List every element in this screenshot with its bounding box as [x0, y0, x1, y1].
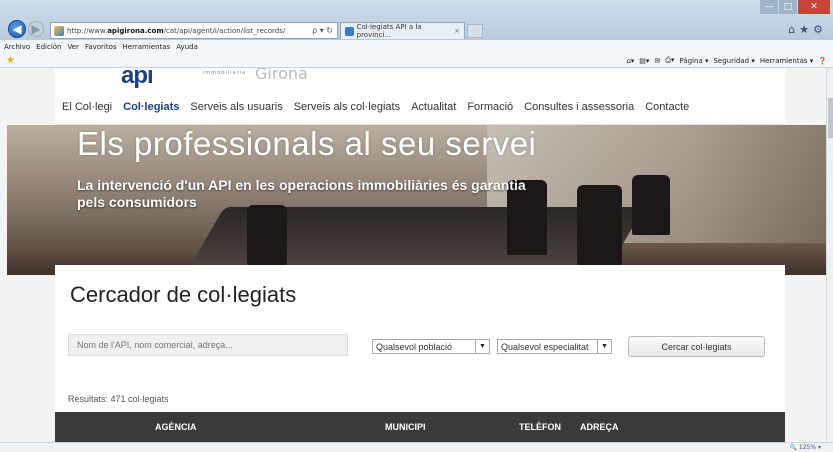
menu-herramientas[interactable]: Herramientas [123, 43, 171, 51]
menu-bar: Archivo Edición Ver Favoritos Herramient… [0, 40, 833, 54]
search-refresh-icon[interactable]: ρ ▾ ↻ [312, 26, 337, 35]
mail-icon[interactable]: ✉ [654, 57, 660, 65]
hero-subtitle: La intervenció d'un API en les operacion… [77, 177, 526, 210]
url-host: apigirona.com [107, 26, 164, 35]
home-favorites-settings-icons[interactable]: ⌂★⚙ [788, 23, 827, 36]
print-icon[interactable]: ⎙▾ [665, 56, 674, 65]
command-bar: ⌂▾ ▤▾ ✉ ⎙▾ Página ▾ Seguridad ▾ Herramie… [626, 56, 827, 65]
logo-subtitle: immobiliaria [203, 70, 247, 76]
poblacio-select[interactable]: Qualsevol població ▼ [372, 339, 490, 354]
search-input[interactable] [68, 334, 348, 356]
nav-el-collegi[interactable]: El Col·legi [62, 101, 112, 113]
column-adreca[interactable]: ADREÇA [580, 422, 619, 432]
search-button[interactable]: Cercar col·legiats [628, 336, 765, 357]
close-window-icon[interactable]: ✕ [798, 0, 830, 14]
maximize-icon[interactable]: □ [779, 0, 797, 14]
menu-archivo[interactable]: Archivo [4, 43, 30, 51]
site-header: api immobiliaria Girona [55, 68, 785, 90]
tab-favicon-icon [345, 26, 354, 36]
menu-favoritos[interactable]: Favoritos [85, 43, 117, 51]
tab-title: Col·legiats API a la provinci... [356, 23, 422, 39]
menu-ayuda[interactable]: Ayuda [176, 43, 198, 51]
poblacio-value: Qualsevol població [376, 341, 453, 352]
search-panel: Cercador de col·legiats Qualsevol poblac… [55, 265, 785, 442]
hero-chair [632, 175, 670, 235]
menu-seguridad[interactable]: Seguridad ▾ [713, 57, 754, 65]
hero-title: Els professionals al seu servei [77, 125, 537, 162]
column-agencia[interactable]: AGÈNCIA [155, 422, 197, 432]
back-button[interactable]: ◀ [8, 20, 26, 38]
favorites-bar: ★ ⌂▾ ▤▾ ✉ ⎙▾ Página ▾ Seguridad ▾ Herram… [0, 54, 833, 68]
status-bar: 🔍 125% ▾ [0, 442, 833, 452]
nav-formacio[interactable]: Formació [467, 101, 513, 113]
address-bar[interactable]: http://www. apigirona.com/cat/api/agent/i… [50, 22, 338, 39]
forward-button[interactable]: ▶ [28, 21, 44, 37]
minimize-icon[interactable]: — [760, 0, 778, 14]
search-title: Cercador de col·legiats [70, 282, 297, 307]
especialitat-select[interactable]: Qualsevol especialitat ▼ [497, 339, 612, 354]
site-favicon-icon [54, 25, 64, 36]
hero-chair [577, 185, 622, 265]
nav-consultes[interactable]: Consultes i assessoria [524, 101, 634, 113]
nav-serveis-usuaris[interactable]: Serveis als usuaris [190, 101, 282, 113]
nav-contacte[interactable]: Contacte [645, 101, 689, 113]
tab-close-icon[interactable]: × [454, 27, 464, 35]
vertical-scrollbar[interactable] [826, 68, 833, 442]
hero-chair [247, 205, 287, 265]
page-viewport: api immobiliaria Girona El Col·legi Col·… [0, 68, 826, 442]
new-tab-button[interactable] [467, 24, 483, 38]
results-count: Resultats: 471 col·legiats [68, 394, 169, 404]
url-path: /cat/api/agent/i/action/list_records/ [163, 26, 286, 35]
chevron-down-icon[interactable]: ▼ [597, 340, 611, 353]
especialitat-value: Qualsevol especialitat [501, 341, 589, 352]
favorites-star-icon[interactable]: ★ [6, 55, 15, 66]
scrollbar-thumb[interactable] [828, 98, 833, 138]
browser-tab[interactable]: Col·legiats API a la provinci... × [340, 22, 465, 39]
nav-serveis-collegiats[interactable]: Serveis als col·legiats [294, 101, 400, 113]
home-icon[interactable]: ⌂▾ [626, 57, 634, 65]
column-municipi[interactable]: MUNICIPI [385, 422, 426, 432]
site-logo[interactable]: api [121, 68, 154, 90]
nav-collegiats[interactable]: Col·legiats [123, 101, 179, 113]
column-telefon[interactable]: TELÈFON [519, 422, 561, 432]
zoom-level[interactable]: 🔍 125% ▾ [790, 444, 821, 451]
hero-banner: Els professionals al seu servei La inter… [7, 125, 826, 275]
results-table-header: AGÈNCIA MUNICIPI TELÈFON ADREÇA [55, 412, 785, 442]
chevron-down-icon[interactable]: ▼ [475, 340, 489, 353]
feeds-icon[interactable]: ▤▾ [639, 57, 649, 65]
help-icon[interactable]: ❓ [818, 57, 827, 65]
menu-edicion[interactable]: Edición [36, 43, 61, 51]
url-prefix: http://www. [67, 26, 108, 35]
menu-herramientas-cmd[interactable]: Herramientas ▾ [760, 57, 813, 65]
browser-titlebar: ◀ ▶ http://www. apigirona.com/cat/api/age… [0, 0, 833, 40]
main-navigation: El Col·legi Col·legiats Serveis als usua… [55, 90, 785, 125]
nav-actualitat[interactable]: Actualitat [411, 101, 456, 113]
logo-city: Girona [255, 68, 308, 83]
menu-ver[interactable]: Ver [68, 43, 79, 51]
menu-pagina[interactable]: Página ▾ [679, 57, 708, 65]
